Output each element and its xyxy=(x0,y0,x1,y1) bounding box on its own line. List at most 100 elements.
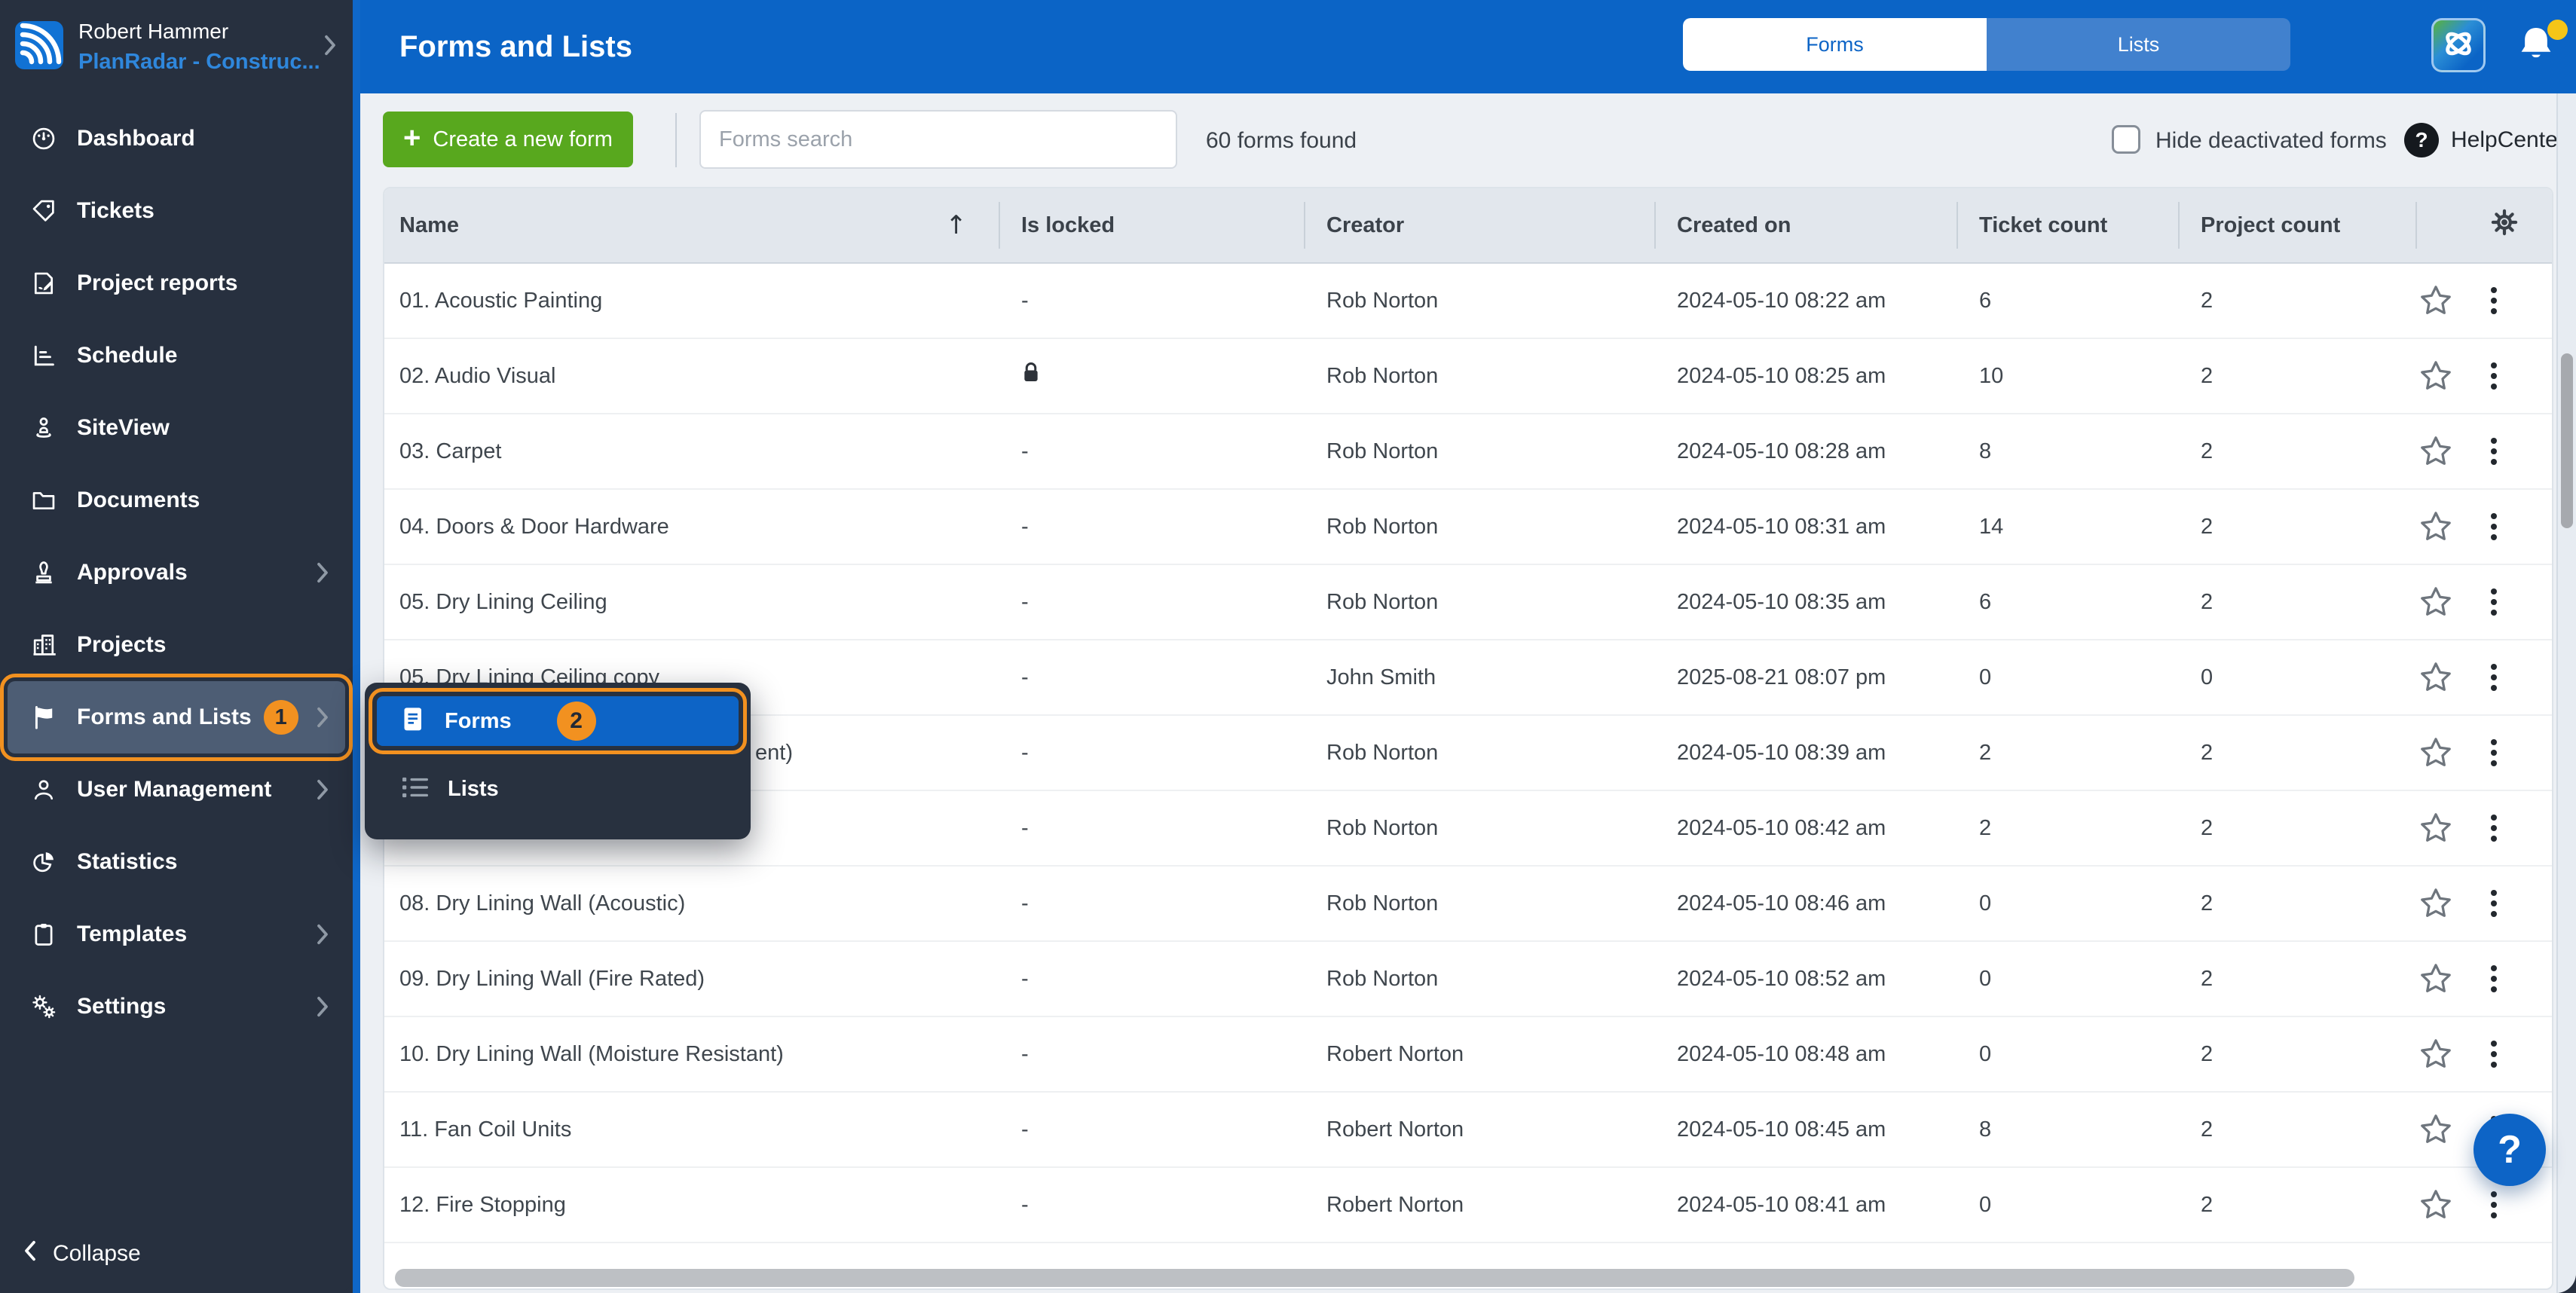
sidebar-item-siteview[interactable]: SiteView xyxy=(8,392,345,464)
sidebar-item-project-reports[interactable]: Project reports xyxy=(8,247,345,319)
sidebar-item-approvals[interactable]: Approvals xyxy=(8,536,345,609)
sidebar-item-dashboard[interactable]: Dashboard xyxy=(8,102,345,175)
favorite-star-icon[interactable] xyxy=(2418,585,2453,619)
favorite-star-icon[interactable] xyxy=(2418,811,2453,845)
column-header-creator[interactable]: Creator xyxy=(1305,188,1656,262)
kebab-menu-icon[interactable] xyxy=(2486,584,2501,620)
form-name-cell[interactable]: 09. Dry Lining Wall (Fire Rated) xyxy=(384,967,1000,992)
kebab-menu-icon[interactable] xyxy=(2486,885,2501,922)
table-row[interactable]: 01. Acoustic Painting-Rob Norton2024-05-… xyxy=(384,264,2552,339)
vertical-scrollbar-track[interactable] xyxy=(2556,93,2576,1293)
favorite-star-icon[interactable] xyxy=(2418,886,2453,921)
favorite-star-icon[interactable] xyxy=(2418,283,2453,318)
form-name-cell[interactable]: 03. Carpet xyxy=(384,439,1000,464)
kebab-menu-icon[interactable] xyxy=(2486,961,2501,997)
favorite-star-icon[interactable] xyxy=(2418,1188,2453,1222)
notifications-button[interactable] xyxy=(2513,21,2565,74)
favorite-star-icon[interactable] xyxy=(2418,961,2453,996)
kebab-menu-icon[interactable] xyxy=(2486,283,2501,319)
column-header-created-on[interactable]: Created on xyxy=(1656,188,1958,262)
project-count-cell: 0 xyxy=(2180,665,2417,690)
created-on-cell: 2024-05-10 08:52 am xyxy=(1656,967,1958,992)
table-row[interactable]: 03. Carpet-Rob Norton2024-05-10 08:28 am… xyxy=(384,414,2552,490)
project-count-cell: 2 xyxy=(2180,1042,2417,1067)
create-new-form-button[interactable]: + Create a new form xyxy=(383,112,633,167)
favorite-star-icon[interactable] xyxy=(2418,735,2453,770)
form-name-cell[interactable]: 08. Dry Lining Wall (Acoustic) xyxy=(384,891,1000,916)
table-row[interactable]: 02. Audio VisualRob Norton2024-05-10 08:… xyxy=(384,339,2552,414)
form-name-cell[interactable]: 04. Doors & Door Hardware xyxy=(384,515,1000,540)
toggle-forms-tab[interactable]: Forms xyxy=(1683,18,1987,71)
sidebar-item-user-management[interactable]: User Management xyxy=(8,753,345,826)
favorite-star-icon[interactable] xyxy=(2418,434,2453,469)
kebab-menu-icon[interactable] xyxy=(2486,509,2501,545)
kebab-menu-icon[interactable] xyxy=(2486,735,2501,771)
table-row[interactable]: 05. Dry Lining Ceiling-Rob Norton2024-05… xyxy=(384,565,2552,640)
help-bubble-button[interactable]: ? xyxy=(2474,1114,2546,1186)
favorite-star-icon[interactable] xyxy=(2418,660,2453,695)
table-row[interactable]: 08. Dry Lining Wall (Acoustic)-Rob Norto… xyxy=(384,867,2552,942)
column-header-is-locked[interactable]: Is locked xyxy=(1000,188,1305,262)
helpcenter-link[interactable]: HelpCenter xyxy=(2451,127,2565,153)
form-name-cell[interactable]: 05. Dry Lining Ceiling xyxy=(384,590,1000,615)
favorite-star-icon[interactable] xyxy=(2418,1037,2453,1071)
hide-deactivated-checkbox[interactable] xyxy=(2112,125,2140,154)
table-row[interactable]: 12. Fire Stopping-Robert Norton2024-05-1… xyxy=(384,1168,2552,1243)
form-name-cell[interactable]: 02. Audio Visual xyxy=(384,364,1000,389)
user-icon xyxy=(30,776,57,803)
gear-icon[interactable] xyxy=(2489,206,2520,244)
horizontal-scrollbar-thumb[interactable] xyxy=(395,1269,2354,1287)
ticket-count-cell: 2 xyxy=(1958,816,2180,841)
table-row[interactable]: 10. Dry Lining Wall (Moisture Resistant)… xyxy=(384,1017,2552,1093)
sidebar-item-statistics[interactable]: Statistics xyxy=(8,826,345,898)
column-header-name[interactable]: Name ↑ xyxy=(384,188,1000,262)
favorite-star-icon[interactable] xyxy=(2418,359,2453,393)
context-menu-forms-item[interactable]: Forms 2 xyxy=(377,696,739,746)
column-header-project-count[interactable]: Project count xyxy=(2180,188,2417,262)
question-mark-icon: ? xyxy=(2404,123,2439,157)
form-name-cell[interactable]: 11. Fan Coil Units xyxy=(384,1117,1000,1142)
table-row[interactable]: 09. Dry Lining Wall (Fire Rated)-Rob Nor… xyxy=(384,942,2552,1017)
sidebar-item-tickets[interactable]: Tickets xyxy=(8,175,345,247)
sidebar-item-projects[interactable]: Projects xyxy=(8,609,345,681)
project-count-cell: 2 xyxy=(2180,515,2417,540)
created-on-cell: 2024-05-10 08:41 am xyxy=(1656,1193,1958,1218)
form-name-cell[interactable]: 10. Dry Lining Wall (Moisture Resistant) xyxy=(384,1042,1000,1067)
sidebar-item-forms-and-lists[interactable]: Forms and Lists1 xyxy=(8,681,345,753)
creator-cell: Rob Norton xyxy=(1305,816,1656,841)
context-menu-lists-item[interactable]: Lists xyxy=(377,764,739,814)
form-name-cell[interactable]: 12. Fire Stopping xyxy=(384,1193,1000,1218)
forms-search-input[interactable] xyxy=(699,110,1177,169)
collapse-sidebar-button[interactable]: Collapse xyxy=(23,1233,141,1275)
ticket-count-cell: 0 xyxy=(1958,1042,2180,1067)
folder-icon xyxy=(30,487,57,514)
kebab-menu-icon[interactable] xyxy=(2486,1187,2501,1223)
kebab-menu-icon[interactable] xyxy=(2486,1036,2501,1072)
ticket-count-cell: 0 xyxy=(1958,665,2180,690)
ai-assistant-button[interactable] xyxy=(2431,18,2486,72)
hide-deactivated-label[interactable]: Hide deactivated forms xyxy=(2155,128,2387,154)
form-name-cell[interactable]: 01. Acoustic Painting xyxy=(384,289,1000,313)
kebab-menu-icon[interactable] xyxy=(2486,433,2501,469)
sidebar-item-schedule[interactable]: Schedule xyxy=(8,319,345,392)
created-on-cell: 2024-05-10 08:31 am xyxy=(1656,515,1958,540)
favorite-star-icon[interactable] xyxy=(2418,1112,2453,1147)
is-locked-cell: - xyxy=(1000,891,1305,916)
table-row[interactable]: 11. Fan Coil Units-Robert Norton2024-05-… xyxy=(384,1093,2552,1168)
column-header-ticket-count[interactable]: Ticket count xyxy=(1958,188,2180,262)
sidebar-item-settings[interactable]: Settings xyxy=(8,971,345,1043)
kebab-menu-icon[interactable] xyxy=(2486,810,2501,846)
toggle-lists-tab[interactable]: Lists xyxy=(1987,18,2290,71)
kebab-menu-icon[interactable] xyxy=(2486,358,2501,394)
table-row[interactable]: 04. Doors & Door Hardware-Rob Norton2024… xyxy=(384,490,2552,565)
sidebar-item-templates[interactable]: Templates xyxy=(8,898,345,971)
account-switcher[interactable]: Robert Hammer PlanRadar - Construc... xyxy=(0,0,353,93)
kebab-menu-icon[interactable] xyxy=(2486,659,2501,695)
sidebar-item-documents[interactable]: Documents xyxy=(8,464,345,536)
sort-ascending-icon[interactable]: ↑ xyxy=(946,210,968,240)
project-count-cell: 2 xyxy=(2180,891,2417,916)
clipboard-icon xyxy=(30,921,57,948)
row-actions-cell xyxy=(2417,735,2552,771)
favorite-star-icon[interactable] xyxy=(2418,509,2453,544)
vertical-scrollbar-thumb[interactable] xyxy=(2561,353,2573,528)
